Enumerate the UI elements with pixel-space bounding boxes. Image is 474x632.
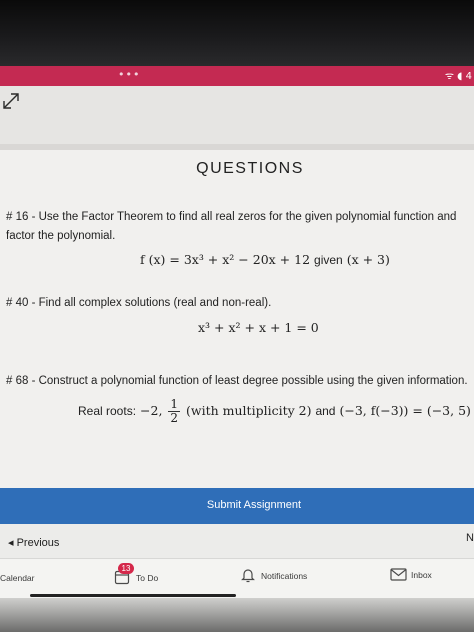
question-16-function: f (x) = 3x³ + x² − 20x + 12 bbox=[140, 252, 311, 267]
tab-calendar[interactable]: Calendar bbox=[0, 573, 35, 583]
bell-icon[interactable] bbox=[240, 567, 256, 583]
home-indicator bbox=[30, 594, 236, 597]
header-area bbox=[0, 86, 474, 144]
question-68-point: (−3, f(−3)) = (−3, 5) bbox=[339, 403, 471, 418]
submit-assignment-button[interactable]: Submit Assignment bbox=[0, 488, 474, 524]
fraction-denominator: 2 bbox=[170, 411, 179, 425]
fraction-numerator: 1 bbox=[168, 397, 181, 412]
submit-assignment-label: Submit Assignment bbox=[206, 499, 302, 511]
question-16-text: # 16 - Use the Factor Theorem to find al… bbox=[6, 211, 457, 242]
question-40-text: # 40 - Find all complex solutions (real … bbox=[6, 297, 272, 309]
more-dots-icon: ••• bbox=[118, 68, 141, 81]
wifi-battery-icon: ᯤ ◖ 4 bbox=[444, 71, 472, 82]
question-40-equation: x³ + x² + x + 1 = 0 bbox=[198, 320, 319, 335]
navigation-area: ◂ Previous N bbox=[0, 524, 474, 560]
device-bezel-bottom bbox=[0, 598, 474, 632]
previous-button[interactable]: ◂ Previous bbox=[8, 536, 59, 549]
question-68-label: Real roots: bbox=[78, 404, 137, 418]
device-bezel-top bbox=[0, 0, 474, 66]
questions-content: QUESTIONS # 16 - Use the Factor Theorem … bbox=[0, 150, 474, 488]
tab-todo[interactable]: To Do bbox=[136, 573, 158, 583]
question-16-given: given bbox=[314, 253, 343, 267]
todo-badge: 13 bbox=[118, 563, 134, 574]
tab-notifications[interactable]: Notifications bbox=[261, 571, 307, 581]
question-16-equation: f (x) = 3x³ + x² − 20x + 12 given (x + 3… bbox=[140, 252, 390, 267]
status-bar: ••• ᯤ ◖ 4 bbox=[0, 66, 474, 86]
question-68-and: and bbox=[315, 404, 336, 418]
question-16-factor: (x + 3) bbox=[346, 252, 390, 267]
question-68-text: # 68 - Construct a polynomial function o… bbox=[6, 375, 468, 387]
question-68-fraction: 1 2 bbox=[168, 397, 181, 425]
inbox-icon[interactable] bbox=[390, 568, 407, 581]
tab-inbox[interactable]: Inbox bbox=[411, 570, 432, 580]
question-68-multiplicity: (with multiplicity 2) bbox=[186, 403, 312, 418]
expand-icon[interactable] bbox=[2, 92, 20, 110]
question-68-root: −2, bbox=[140, 403, 163, 418]
next-button[interactable]: N bbox=[466, 532, 474, 544]
question-68-equation: Real roots: −2, 1 2 (with multiplicity 2… bbox=[78, 398, 471, 425]
page-title: QUESTIONS bbox=[196, 160, 304, 177]
tab-bar: Calendar 13 To Do Notifications Inbox bbox=[0, 558, 474, 599]
